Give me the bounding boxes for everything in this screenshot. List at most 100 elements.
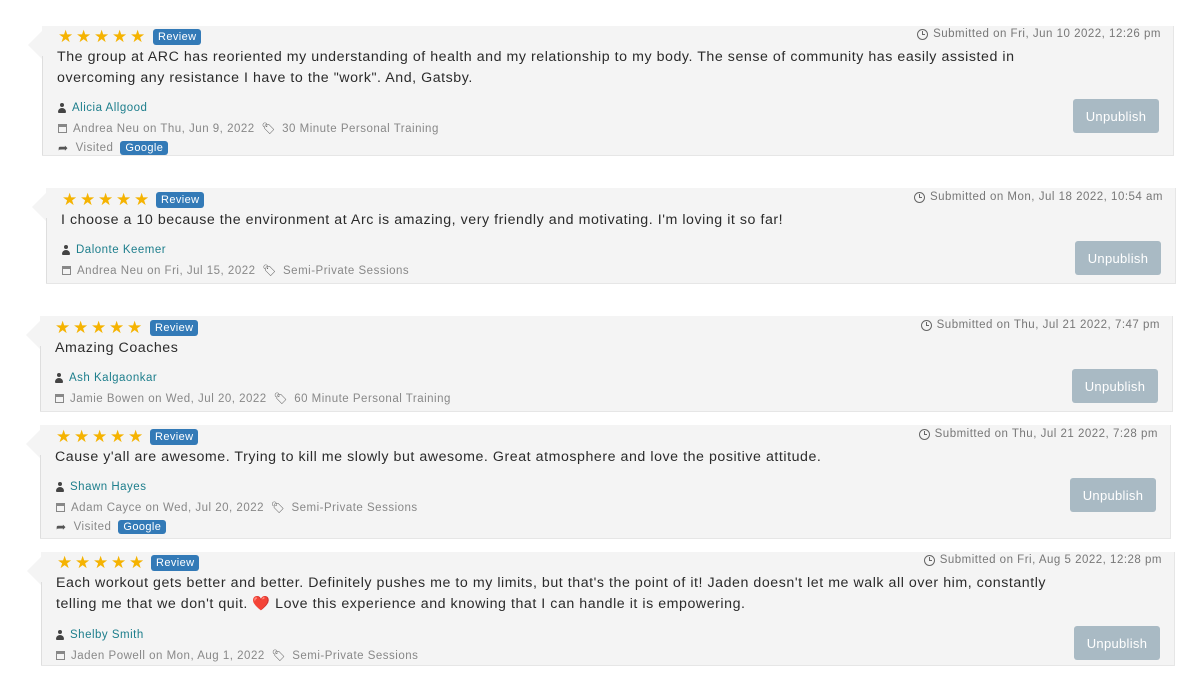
tags-icon: 🏷 <box>271 650 287 662</box>
session-meta: Jamie Bowen on Wed, Jul 20, 2022 <box>70 392 267 405</box>
review-badge: Review <box>156 192 205 208</box>
submitted-text: Submitted on Thu, Jul 21 2022, 7:28 pm <box>934 428 1158 440</box>
clock-icon <box>918 428 930 440</box>
star-rating: ★ ★ ★ ★ ★ <box>55 318 143 337</box>
unpublish-button[interactable]: Unpublish <box>1070 478 1156 512</box>
visited-row: ➦ Visited Google <box>58 141 169 155</box>
clock-icon <box>923 554 935 566</box>
star-icon: ★ <box>57 553 73 572</box>
submitted-date: Submitted on Thu, Jul 21 2022, 7:28 pm <box>918 428 1158 440</box>
user-icon <box>58 103 66 113</box>
star-icon: ★ <box>116 190 132 209</box>
star-rating: ★ ★ ★ ★ ★ <box>56 427 144 446</box>
review-badge: Review <box>150 320 199 336</box>
session-type: Semi-Private Sessions <box>283 264 410 277</box>
session-row: Andrea Neu on Thu, Jun 9, 2022 🏷 30 Minu… <box>58 122 439 135</box>
calendar-icon <box>56 503 65 512</box>
author-row: Dalonte Keemer <box>62 244 166 256</box>
star-icon: ★ <box>110 427 126 446</box>
submitted-date: Submitted on Mon, Jul 18 2022, 10:54 am <box>913 191 1163 203</box>
author-link[interactable]: Shawn Hayes <box>70 481 146 493</box>
user-icon <box>62 245 70 255</box>
author-row: Ash Kalgaonkar <box>55 372 157 384</box>
submitted-text: Submitted on Fri, Jun 10 2022, 12:26 pm <box>933 28 1161 40</box>
star-icon: ★ <box>75 553 91 572</box>
submitted-text: Submitted on Mon, Jul 18 2022, 10:54 am <box>929 191 1163 203</box>
star-icon: ★ <box>134 190 150 209</box>
star-icon: ★ <box>129 553 145 572</box>
star-icon: ★ <box>80 190 96 209</box>
review-text: Each workout gets better and better. Def… <box>56 575 1047 612</box>
author-row: Alicia Allgood <box>58 102 147 114</box>
submitted-text: Submitted on Fri, Aug 5 2022, 12:28 pm <box>939 554 1162 566</box>
calendar-icon <box>55 394 64 403</box>
star-icon: ★ <box>73 318 89 337</box>
session-row: Adam Cayce on Wed, Jul 20, 2022 🏷 Semi-P… <box>56 501 418 514</box>
review-text: I choose a 10 because the environment at… <box>61 212 784 228</box>
session-row: Jaden Powell on Mon, Aug 1, 2022 🏷 Semi-… <box>56 649 418 662</box>
review-card: ★ ★ ★ ★ ★ Review Submitted on Fri, Aug 5 202… <box>27 552 1175 666</box>
review-badge: Review <box>150 429 199 445</box>
session-meta: Andrea Neu on Fri, Jul 15, 2022 <box>77 264 256 277</box>
review-card: ★ ★ ★ ★ ★ Review Submitted on Mon, Jul 18 20… <box>32 188 1176 284</box>
unpublish-button[interactable]: Unpublish <box>1073 99 1159 133</box>
user-icon <box>56 630 64 640</box>
star-icon: ★ <box>93 553 109 572</box>
star-icon: ★ <box>98 190 114 209</box>
unpublish-button[interactable]: Unpublish <box>1072 369 1158 403</box>
author-link[interactable]: Alicia Allgood <box>72 102 147 114</box>
tags-icon: 🏷 <box>271 502 286 514</box>
session-meta: Andrea Neu on Thu, Jun 9, 2022 <box>73 122 255 135</box>
review-text: Amazing Coaches <box>55 340 179 356</box>
star-icon: ★ <box>130 27 146 46</box>
author-link[interactable]: Ash Kalgaonkar <box>69 372 157 384</box>
star-icon: ★ <box>62 190 78 209</box>
clock-icon <box>920 319 932 331</box>
calendar-icon <box>56 651 65 660</box>
star-icon: ★ <box>76 27 92 46</box>
visited-label: Visited <box>75 142 114 154</box>
submitted-text: Submitted on Thu, Jul 21 2022, 7:47 pm <box>936 319 1160 331</box>
star-icon: ★ <box>55 318 71 337</box>
tags-icon: 🏷 <box>273 393 289 405</box>
source-badge: Google <box>120 141 169 155</box>
unpublish-button[interactable]: Unpublish <box>1075 241 1161 275</box>
visited-row: ➦ Visited Google <box>56 520 167 534</box>
share-icon: ➦ <box>58 141 69 155</box>
star-icon: ★ <box>56 427 72 446</box>
submitted-date: Submitted on Thu, Jul 21 2022, 7:47 pm <box>920 319 1160 331</box>
session-type: Semi-Private Sessions <box>292 649 419 662</box>
star-icon: ★ <box>128 427 144 446</box>
session-row: Andrea Neu on Fri, Jul 15, 2022 🏷 Semi-P… <box>62 264 409 277</box>
submitted-date: Submitted on Fri, Jun 10 2022, 12:26 pm <box>917 28 1161 40</box>
star-icon: ★ <box>112 27 128 46</box>
review-card: ★ ★ ★ ★ ★ Review Submitted on Thu, Jul 21 20… <box>26 316 1173 412</box>
star-icon: ★ <box>111 553 127 572</box>
clock-icon <box>917 28 929 40</box>
star-icon: ★ <box>91 318 107 337</box>
visited-label: Visited <box>73 521 112 533</box>
review-badge: Review <box>153 29 202 45</box>
calendar-icon <box>62 266 71 275</box>
session-row: Jamie Bowen on Wed, Jul 20, 2022 🏷 60 Mi… <box>55 392 451 405</box>
submitted-date: Submitted on Fri, Aug 5 2022, 12:28 pm <box>923 554 1162 566</box>
star-icon: ★ <box>58 27 74 46</box>
session-type: 60 Minute Personal Training <box>294 392 451 405</box>
session-meta: Jaden Powell on Mon, Aug 1, 2022 <box>71 649 265 662</box>
clock-icon <box>913 191 925 203</box>
star-icon: ★ <box>109 318 125 337</box>
unpublish-button[interactable]: Unpublish <box>1074 626 1160 660</box>
session-meta: Adam Cayce on Wed, Jul 20, 2022 <box>71 501 265 514</box>
star-rating: ★ ★ ★ ★ ★ <box>58 27 146 46</box>
author-link[interactable]: Dalonte Keemer <box>76 244 166 256</box>
author-row: Shelby Smith <box>56 629 144 641</box>
review-text: Cause y'all are awesome. Trying to kill … <box>55 449 822 465</box>
star-icon: ★ <box>94 27 110 46</box>
star-icon: ★ <box>127 318 143 337</box>
calendar-icon <box>58 124 67 133</box>
star-rating: ★ ★ ★ ★ ★ <box>62 190 150 209</box>
review-badge: Review <box>151 555 200 571</box>
user-icon <box>56 482 64 492</box>
review-card: ★ ★ ★ ★ ★ Review Submitted on Fri, Jun 10 20… <box>28 26 1174 156</box>
author-link[interactable]: Shelby Smith <box>70 629 144 641</box>
